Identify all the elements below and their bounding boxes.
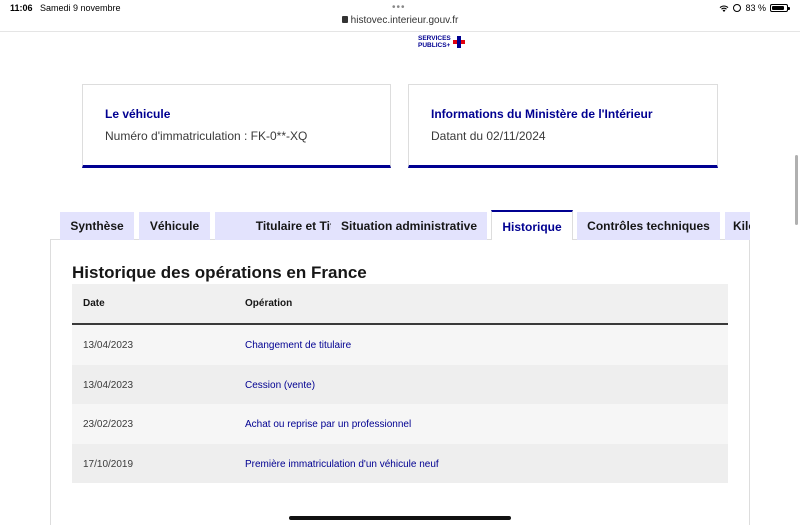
section-title: Historique des opérations en France	[72, 263, 367, 282]
table-header: Date Opération	[72, 284, 728, 325]
status-time: 11:06	[10, 3, 33, 13]
vehicle-card: Le véhicule Numéro d'immatriculation : F…	[82, 84, 391, 168]
row-operation: Achat ou reprise par un professionnel	[245, 419, 412, 430]
status-bar: 11:06 Samedi 9 novembre ••• histovec.int…	[0, 0, 800, 32]
ministry-card-title: Informations du Ministère de l'Intérieur	[431, 107, 653, 121]
status-date: Samedi 9 novembre	[40, 3, 121, 13]
tab-kilometrage[interactable]: Kilo	[725, 212, 750, 240]
vehicle-card-title: Le véhicule	[105, 107, 171, 121]
table-row: 13/04/2023 Changement de titulaire	[72, 325, 728, 365]
plus-cross-icon	[452, 36, 465, 48]
operations-table: Date Opération 13/04/2023 Changement de …	[72, 284, 728, 483]
row-date: 23/02/2023	[83, 419, 134, 430]
header-date: Date	[83, 298, 105, 309]
ministry-card: Informations du Ministère de l'Intérieur…	[408, 84, 718, 168]
tab-controles-techniques[interactable]: Contrôles techniques	[577, 212, 720, 240]
row-operation: Changement de titulaire	[245, 340, 352, 351]
ministry-date: Datant du 02/11/2024	[431, 129, 546, 143]
home-indicator[interactable]	[289, 516, 511, 520]
registration-number: Numéro d'immatriculation : FK-0**-XQ	[105, 129, 308, 143]
tab-vehicule[interactable]: Véhicule	[139, 212, 210, 240]
wifi-icon	[720, 5, 729, 12]
row-date: 13/04/2023	[83, 340, 134, 351]
row-operation: Première immatriculation d'un véhicule n…	[245, 458, 439, 470]
table-row: 17/10/2019 Première immatriculation d'un…	[72, 443, 728, 483]
table-row: 23/02/2023 Achat ou reprise par un profe…	[72, 404, 728, 444]
battery-level: 83 %	[745, 3, 766, 13]
tab-synthese[interactable]: Synthèse	[60, 212, 134, 240]
header-operation: Opération	[245, 298, 293, 309]
page-scrollbar[interactable]	[795, 155, 798, 225]
tab-historique[interactable]: Historique	[491, 210, 573, 240]
battery-icon	[770, 4, 790, 12]
row-date: 17/10/2019	[83, 458, 134, 470]
row-operation: Cession (vente)	[245, 379, 316, 391]
orientation-lock-icon	[733, 4, 742, 12]
lock-icon	[341, 16, 348, 23]
address-bar[interactable]: histovec.interieur.gouv.fr	[0, 15, 800, 26]
status-indicators: 83 %	[719, 3, 790, 13]
more-dots-icon[interactable]: •••	[392, 2, 406, 13]
table-row: 13/04/2023 Cession (vente)	[72, 364, 728, 404]
services-publics-logo[interactable]: SERVICES PUBLICS+	[418, 35, 465, 49]
address-url: histovec.interieur.gouv.fr	[350, 15, 459, 26]
row-date: 13/04/2023	[83, 379, 134, 391]
tab-situation-administrative[interactable]: Situation administrative	[331, 212, 487, 240]
tab-bar: Synthèse Véhicule Titulaire et Titre Sit…	[60, 210, 750, 240]
logo-text: SERVICES PUBLICS+	[418, 35, 451, 49]
